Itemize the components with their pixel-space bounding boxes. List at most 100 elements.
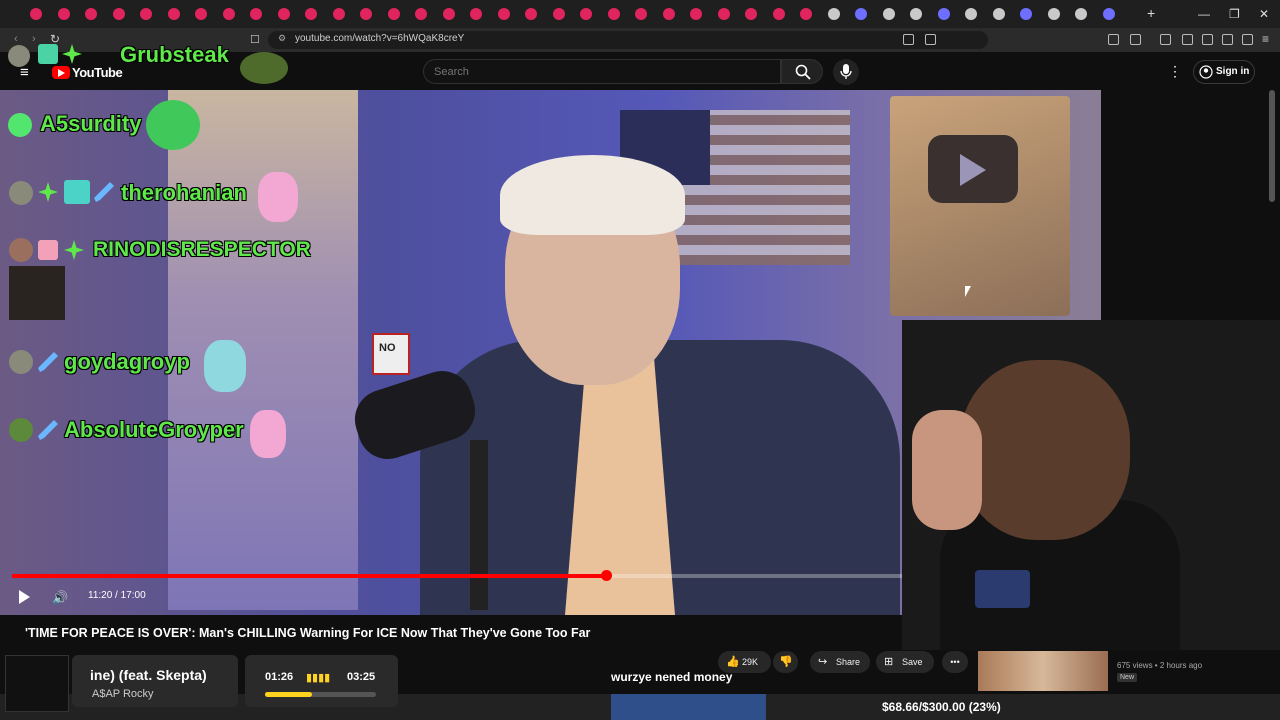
album-art: [5, 655, 69, 712]
ellipsis-icon: •••: [950, 657, 960, 667]
browser-tab[interactable]: [662, 8, 675, 20]
play-icon[interactable]: [19, 590, 30, 604]
video-no-sign: NO: [372, 333, 410, 375]
close-window-button[interactable]: ✕: [1259, 7, 1269, 21]
browser-tab[interactable]: [277, 8, 290, 20]
browser-tab[interactable]: [690, 8, 702, 20]
browser-tab[interactable]: [387, 8, 400, 20]
maximize-button[interactable]: ❐: [1229, 7, 1240, 21]
subtitle-text: wurzye nened money: [611, 670, 733, 684]
browser-tab[interactable]: [580, 8, 592, 20]
video-play-button-plaque: [890, 96, 1070, 316]
browser-tab[interactable]: [167, 8, 180, 20]
miku-emote-icon: [250, 410, 286, 458]
browser-tab[interactable]: [222, 8, 235, 20]
minimize-button[interactable]: —: [1198, 7, 1210, 21]
cast-icon[interactable]: [903, 34, 914, 45]
media-icon[interactable]: [1160, 34, 1171, 45]
wallet-icon[interactable]: [1202, 34, 1213, 45]
browser-tab[interactable]: [1047, 8, 1060, 20]
browser-tab[interactable]: [1102, 8, 1115, 20]
browser-tab[interactable]: [140, 8, 152, 20]
video-title: 'TIME FOR PEACE IS OVER': Man's CHILLING…: [25, 626, 591, 640]
forward-icon[interactable]: ›: [32, 33, 36, 45]
recommended-video-thumbnail[interactable]: [978, 651, 1108, 691]
webcam-shirt-logo: [975, 570, 1030, 608]
browser-tab[interactable]: [552, 8, 565, 20]
bookmark-icon[interactable]: ☐: [250, 33, 260, 46]
volume-icon[interactable]: 🔊: [52, 590, 68, 606]
account-icon: [1199, 65, 1213, 79]
browser-tab[interactable]: [717, 8, 730, 20]
browser-tab[interactable]: [607, 8, 620, 20]
browser-tab[interactable]: [635, 8, 647, 20]
webcam-person-hand: [912, 410, 982, 530]
browser-tab[interactable]: [910, 8, 922, 20]
song-title: ine) (feat. Skepta): [90, 667, 207, 683]
browser-tab[interactable]: [305, 8, 317, 20]
browser-tab[interactable]: [965, 8, 977, 20]
chat-avatar: [9, 418, 33, 442]
browser-tab[interactable]: [1075, 8, 1087, 20]
browser-tab[interactable]: [442, 8, 455, 20]
miku-emote-icon: [258, 172, 298, 222]
screenshot-icon[interactable]: [1130, 34, 1141, 45]
donation-goal-strip: [611, 694, 766, 720]
new-tab-button[interactable]: +: [1147, 5, 1155, 21]
browser-tab[interactable]: [855, 8, 867, 20]
share-button[interactable]: ↪ Share: [810, 651, 870, 673]
more-actions-button[interactable]: •••: [942, 651, 968, 673]
page-scrollbar[interactable]: [1269, 90, 1275, 202]
browser-tab[interactable]: [85, 8, 97, 20]
dislike-button[interactable]: 👎: [773, 651, 798, 673]
browser-tab[interactable]: [57, 8, 70, 20]
chat-username: AbsoluteGroyper: [64, 417, 244, 442]
browser-tab-strip: [0, 0, 1280, 28]
share-label: Share: [836, 657, 861, 667]
browser-tab[interactable]: [112, 8, 125, 20]
sign-in-button[interactable]: Sign in: [1193, 60, 1255, 84]
browser-tab[interactable]: [1020, 8, 1032, 20]
browser-tab[interactable]: [882, 8, 895, 20]
webcam-person-head: [960, 360, 1130, 540]
browser-tab[interactable]: [195, 8, 207, 20]
browser-tab[interactable]: [497, 8, 510, 20]
browser-tab[interactable]: [332, 8, 345, 20]
browser-tab[interactable]: [525, 8, 537, 20]
browser-tab[interactable]: [992, 8, 1005, 20]
menu-icon[interactable]: ≡: [1262, 32, 1269, 46]
browser-tab[interactable]: [937, 8, 950, 20]
ai-icon[interactable]: [1222, 34, 1233, 45]
browser-tab[interactable]: [827, 8, 840, 20]
browser-tab[interactable]: [30, 8, 42, 20]
browser-tab[interactable]: [415, 8, 427, 20]
search-button[interactable]: [781, 59, 823, 84]
miku-emote-icon: [204, 340, 246, 392]
extensions-icon[interactable]: [1108, 34, 1119, 45]
site-info-icon[interactable]: ⚙: [278, 33, 286, 44]
browser-tab[interactable]: [745, 8, 757, 20]
more-options-icon[interactable]: ⋮: [1168, 63, 1182, 80]
browser-tab[interactable]: [250, 8, 262, 20]
voice-search-button[interactable]: [833, 59, 859, 85]
search-icon: [795, 64, 811, 80]
chat-username: A5surdity: [40, 111, 142, 136]
video-shelf-scene: [168, 90, 358, 610]
shield-icon[interactable]: [1242, 34, 1253, 45]
video-progress-scrubber[interactable]: [601, 570, 612, 581]
video-progress-fill: [12, 574, 606, 578]
save-button[interactable]: ⊞ Save: [876, 651, 934, 673]
browser-tab[interactable]: [470, 8, 482, 20]
browser-tab[interactable]: [360, 8, 372, 20]
song-total: 03:25: [347, 671, 376, 683]
green-emote-icon: [146, 100, 200, 150]
chat-avatar: [9, 181, 33, 205]
browser-tab[interactable]: [800, 8, 812, 20]
youtube-logo-text[interactable]: YouTube: [72, 65, 123, 80]
back-icon[interactable]: ‹: [14, 33, 18, 45]
share-page-icon[interactable]: [925, 34, 936, 45]
browser-tab[interactable]: [772, 8, 785, 20]
sidebar-icon[interactable]: [1182, 34, 1193, 45]
search-input[interactable]: [423, 59, 781, 84]
pepe-emote-icon: [240, 52, 288, 84]
